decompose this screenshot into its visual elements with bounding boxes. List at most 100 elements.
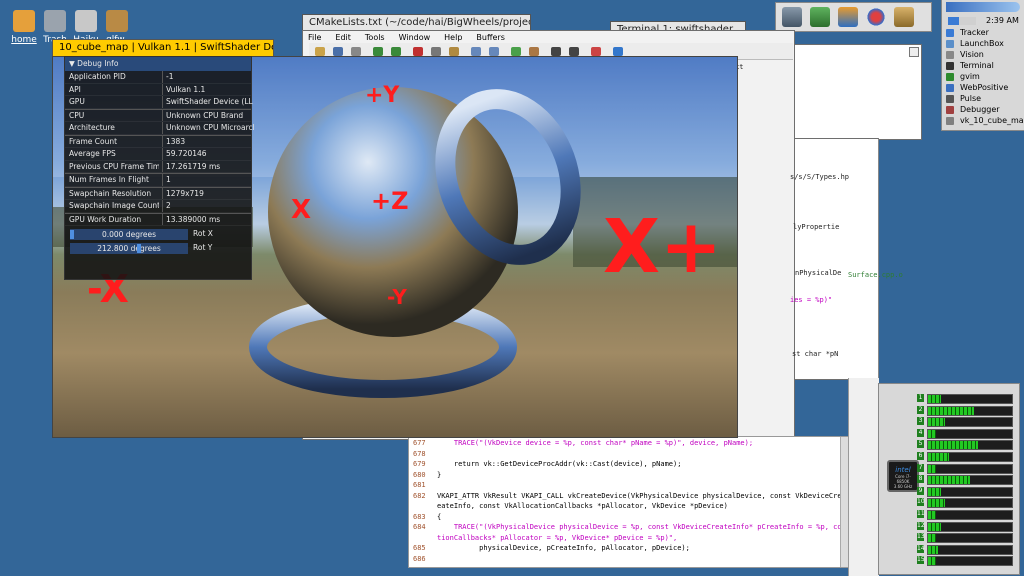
face-label-x-plus: X+ [603, 204, 723, 290]
deskbar-app-item[interactable]: Pulse [942, 93, 1024, 104]
vim-code-window[interactable]: 677 TRACE("(VkDevice device = %p, const … [408, 436, 850, 568]
deskbar-app-item[interactable]: gvim [942, 71, 1024, 82]
code-line[interactable]: 680} [413, 470, 845, 481]
cpu-core-toggle[interactable]: 5 [917, 440, 924, 449]
cpu-core-toggle[interactable]: 4 [917, 428, 924, 437]
face-label-y-minus: -Y [387, 285, 407, 309]
open-icon[interactable] [315, 47, 325, 56]
code-line[interactable]: 683 { [413, 512, 845, 523]
deskbar-app-item[interactable]: vk_10_cube_map [942, 115, 1024, 126]
terminal-window[interactable] [793, 44, 922, 140]
code-line[interactable]: 686 [413, 554, 845, 565]
editor-tray-icon[interactable] [810, 7, 830, 27]
redo-icon[interactable] [391, 47, 401, 56]
debug-header[interactable]: ▼ Debug Info [65, 57, 251, 71]
line-number: 682 [413, 491, 426, 500]
cpu-core-toggle[interactable]: 10 [917, 498, 925, 507]
deskbar-app-item[interactable]: Terminal [942, 60, 1024, 71]
chip-brand: intel [895, 466, 911, 474]
code-line[interactable]: 678 [413, 449, 845, 460]
undo-icon[interactable] [373, 47, 383, 56]
code-line[interactable]: 682 VKAPI_ATTR VkResult VKAPI_CALL vkCrea… [413, 491, 845, 502]
debug-key: GPU [69, 97, 85, 106]
app-icon [946, 73, 954, 81]
rot-y-slider-grab[interactable] [137, 244, 142, 253]
cpu-core-toggle[interactable]: 14 [917, 544, 925, 553]
code-line[interactable]: 685 physicalDevice, pCreateInfo, pAlloca… [413, 543, 845, 554]
cpu-core-toggle[interactable]: 15 [917, 556, 925, 565]
terminal-close-box[interactable] [909, 47, 919, 57]
script-icon[interactable] [529, 47, 539, 56]
cpu-core-toggle[interactable]: 3 [917, 417, 924, 426]
deskbar-time[interactable]: 2:39 AM [986, 16, 1019, 25]
deskbar-app-item[interactable]: LaunchBox [942, 38, 1024, 49]
make-icon[interactable] [551, 47, 561, 56]
cpu-core-toggle[interactable]: 9 [917, 486, 924, 495]
line-code: physicalDevice, pCreateInfo, pAllocator,… [437, 544, 690, 552]
code-line[interactable]: 679 return vk::GetDeviceProcAddr(vk::Cas… [413, 459, 845, 470]
session-icon[interactable] [511, 47, 521, 56]
tools-tray-icon[interactable] [894, 7, 914, 27]
debug-row: Previous CPU Frame Tim 17.261719 ms [65, 160, 251, 173]
terminal-tray-icon[interactable] [782, 7, 802, 27]
debug-row: GPU Work Duration 13.389000 ms [65, 212, 251, 226]
rot-x-slider[interactable]: 0.000 degrees [70, 229, 188, 240]
cpu-core-bar [927, 463, 1013, 474]
leaf-logo-icon[interactable] [946, 2, 1020, 12]
vim-code-area[interactable]: 677 TRACE("(VkDevice device = %p, const … [413, 438, 845, 564]
rot-y-slider[interactable]: 212.800 degrees [70, 243, 188, 254]
debug-header-label: Debug Info [77, 59, 119, 68]
cpu-core-toggle[interactable]: 11 [917, 510, 925, 518]
code-line[interactable]: 681 [413, 480, 845, 491]
cpu-core-bar [927, 452, 1013, 462]
deskbar-app-item[interactable]: WebPositive [942, 82, 1024, 93]
code-line[interactable]: 684 TRACE("(VkPhysicalDevice physicalDev… [413, 522, 845, 533]
network-tray-icon[interactable] [866, 7, 886, 27]
replace-icon[interactable] [489, 47, 499, 56]
vulkan-title-tab[interactable]: 10_cube_map | Vulkan 1.1 | SwiftShader D… [52, 39, 274, 57]
debug-key: API [69, 84, 81, 94]
puzzle-tray-icon[interactable] [838, 7, 858, 27]
print-icon[interactable] [351, 47, 361, 56]
cpu-core-toggle[interactable]: 1 [917, 394, 924, 402]
app-icon [946, 84, 954, 92]
cpu-core-toggle[interactable]: 6 [917, 452, 924, 460]
cpu-core-toggle[interactable]: 13 [917, 533, 925, 542]
cpu-core-toggle[interactable]: 2 [917, 405, 924, 414]
vim-menu-item[interactable]: Buffers [476, 32, 504, 43]
desktop-icon-glyph [106, 10, 128, 32]
cpu-core-fill [928, 441, 979, 450]
vim-menu-item[interactable]: Tools [365, 32, 385, 43]
debug-info-panel[interactable]: ▼ Debug Info Application PID -1 API Vulkan … [64, 56, 254, 280]
cpu-core-toggle[interactable]: 7 [917, 463, 924, 472]
deskbar-app-list: Tracker LaunchBox Vision Terminal gvim WebPos… [942, 27, 1024, 126]
debug-value: Unknown CPU Brand [162, 109, 254, 121]
rot-x-slider-grab[interactable] [70, 230, 74, 239]
help-icon[interactable] [613, 47, 623, 56]
tags-icon[interactable] [591, 47, 601, 56]
deskbar-app-item[interactable]: Vision [942, 49, 1024, 60]
vim-menu-item[interactable]: File [308, 32, 321, 43]
deskbar-app-label: Debugger [960, 105, 1000, 114]
deskbar-app-item[interactable]: Tracker [942, 27, 1024, 38]
code-line[interactable]: tionCallbacks* pAllocator = %p, VkDevice… [413, 533, 845, 544]
deskbar-app-item[interactable]: Debugger [942, 104, 1024, 115]
save-icon[interactable] [333, 47, 343, 56]
pulse-cpu-meter[interactable]: intel Core i7-6850K 3.60 GHz 1 2 3 4 5 6 7 8 9 10… [878, 383, 1020, 575]
copy-icon[interactable] [431, 47, 441, 56]
code-line[interactable]: 677 TRACE("(VkDevice device = %p, const … [413, 438, 845, 449]
vim-menu-item[interactable]: Edit [335, 32, 351, 43]
vim-menu-item[interactable]: Help [444, 32, 462, 43]
shell-icon[interactable] [569, 47, 579, 56]
cpu-core-bar [927, 475, 1013, 486]
paste-icon[interactable] [449, 47, 459, 56]
cpu-core-fill [928, 545, 939, 554]
cpu-core-toggle[interactable]: 8 [917, 475, 924, 484]
vim-menu-item[interactable]: Window [399, 32, 431, 43]
code-line[interactable]: eateInfo, const VkAllocationCallbacks *p… [413, 501, 845, 512]
cpu-core-toggle[interactable]: 12 [917, 521, 925, 530]
cut-icon[interactable] [413, 47, 423, 56]
find-icon[interactable] [471, 47, 481, 56]
debug-value: Unknown CPU Microarch [162, 122, 254, 134]
collapse-triangle-icon[interactable]: ▼ [69, 59, 75, 68]
